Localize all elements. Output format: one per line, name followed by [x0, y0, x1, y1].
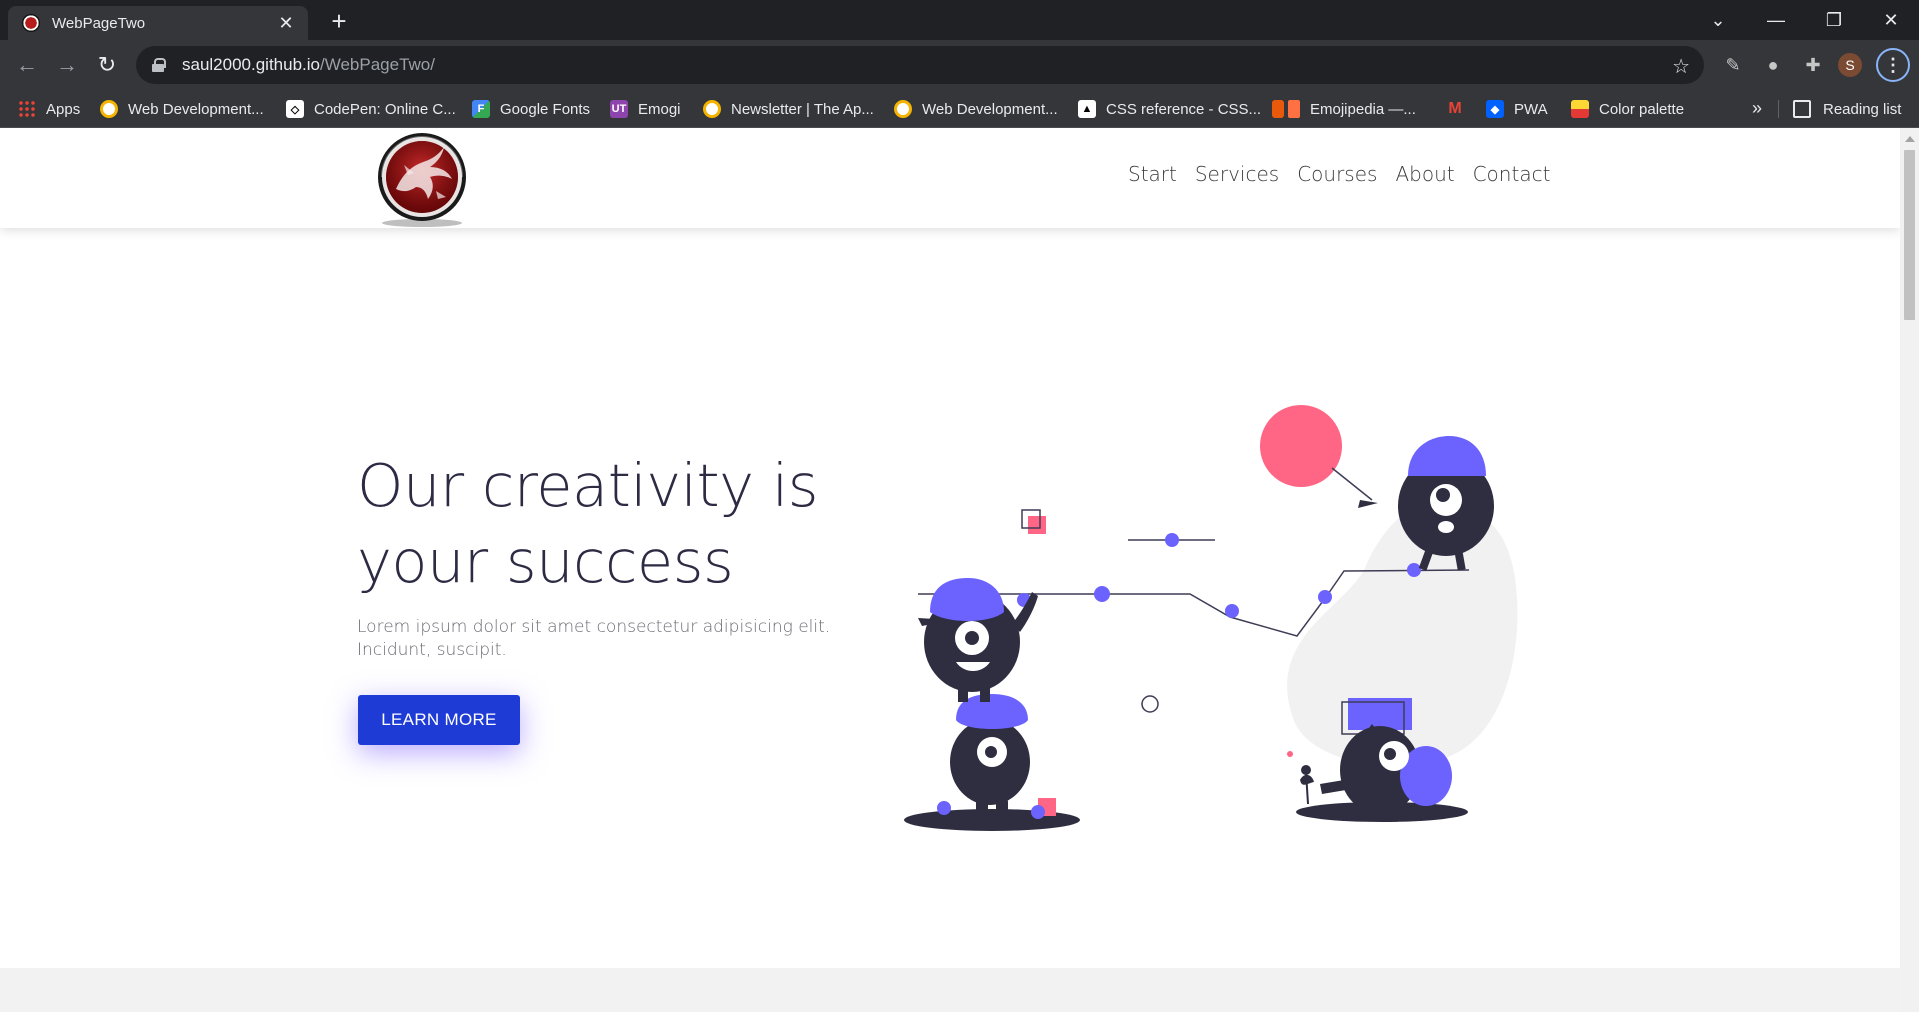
nav-courses[interactable]: Courses [1297, 162, 1377, 186]
scroll-thumb[interactable] [1904, 150, 1915, 320]
next-section [0, 968, 1900, 1012]
extensions-puzzle-icon[interactable]: ✚ [1800, 52, 1826, 78]
reading-list-button[interactable]: Reading list [1793, 90, 1901, 128]
emogi-icon: UT [610, 100, 628, 118]
browser-tab-bar: WebPageTwo ✕ + ⌄ — ❐ ✕ [0, 0, 1919, 40]
bookmark-css-reference[interactable]: ▲ CSS reference - CSS... [1078, 90, 1261, 128]
page-viewport: Start Services Courses About Contact Our… [0, 128, 1900, 1012]
graph-dot [1225, 604, 1239, 618]
newsletter-icon [703, 100, 721, 118]
page-scrollbar[interactable] [1900, 128, 1919, 1012]
bookmark-web-development-2[interactable]: Web Development... [894, 90, 1058, 128]
profile-avatar[interactable]: S [1838, 53, 1862, 77]
bookmark-newsletter[interactable]: Newsletter | The Ap... [703, 90, 874, 128]
close-tab-icon[interactable]: ✕ [276, 13, 296, 33]
tab-title: WebPageTwo [52, 14, 146, 32]
site-favicon-icon [22, 14, 40, 32]
site-header: Start Services Courses About Contact [0, 128, 1900, 228]
bookmark-apps[interactable]: Apps [18, 90, 80, 128]
reading-list-icon [1793, 100, 1811, 118]
codepen-icon: ◇ [286, 100, 304, 118]
browser-tab[interactable]: WebPageTwo ✕ [8, 6, 308, 40]
bookmark-web-development-1[interactable]: Web Development... [100, 90, 264, 128]
pen-extension-icon[interactable]: ✎ [1720, 52, 1746, 78]
dragon-logo-icon[interactable] [374, 131, 470, 227]
bookmark-google-fonts[interactable]: F Google Fonts [472, 90, 590, 128]
graph-dot [1094, 586, 1110, 602]
graph-dot [1407, 563, 1421, 577]
bookmark-pwa[interactable]: ◆ PWA [1486, 90, 1548, 128]
bookmarks-bar: Apps Web Development... ◇ CodePen: Onlin… [0, 90, 1919, 128]
main-nav: Start Services Courses About Contact [1128, 162, 1550, 186]
nav-contact[interactable]: Contact [1473, 162, 1551, 186]
balloon [1260, 405, 1342, 487]
url-host: saul2000.github.io [182, 55, 321, 74]
reload-icon[interactable]: ↻ [92, 50, 122, 80]
learn-more-button[interactable]: LEARN MORE [358, 695, 520, 745]
apps-grid-icon [18, 100, 36, 118]
browser-menu-icon[interactable]: ⋮ [1876, 48, 1910, 82]
close-window-icon[interactable]: ✕ [1863, 0, 1919, 40]
nav-start[interactable]: Start [1128, 162, 1177, 186]
bookmark-color-palette[interactable]: Color palette [1571, 90, 1684, 128]
new-tab-button[interactable]: + [325, 8, 353, 36]
hero-text: Lorem ipsum dolor sit amet consectetur a… [357, 617, 831, 660]
nav-about[interactable]: About [1395, 162, 1454, 186]
url-path: /WebPageTwo/ [320, 55, 435, 74]
gmail-icon: M [1448, 100, 1462, 117]
nav-services[interactable]: Services [1195, 162, 1279, 186]
google-fonts-icon: F [472, 100, 490, 118]
pink-square [1028, 516, 1046, 534]
monster-bottom-left [937, 694, 1056, 819]
balloon-string [1331, 467, 1373, 501]
bookmark-codepen[interactable]: ◇ CodePen: Online C... [286, 90, 456, 128]
lock-icon [152, 58, 166, 72]
css-ref-icon: ▲ [1078, 100, 1096, 118]
address-bar[interactable]: saul2000.github.io/WebPageTwo/ ☆ [136, 46, 1704, 84]
book-icon [1288, 100, 1300, 118]
monsters-illustration [904, 405, 1518, 831]
browser-toolbar: ← → ↻ saul2000.github.io/WebPageTwo/ ☆ ✎… [0, 40, 1919, 90]
bookmark-emogi[interactable]: UT Emogi [610, 90, 681, 128]
color-palette-icon [1571, 100, 1589, 118]
more-bookmarks-icon[interactable]: » [1752, 98, 1762, 119]
scroll-up-arrow-icon[interactable] [1905, 136, 1915, 142]
web-dev-icon [894, 100, 912, 118]
graph-dot [1318, 590, 1332, 604]
web-dev-icon [100, 100, 118, 118]
mouse-extension-icon[interactable]: ● [1760, 52, 1786, 78]
restore-icon[interactable]: ❐ [1806, 0, 1862, 40]
outline-circle [1141, 695, 1159, 713]
bookmark-emojipedia[interactable]: Emojipedia —... [1272, 90, 1416, 128]
bookmarks-divider [1778, 100, 1779, 118]
tab-search-icon[interactable]: ⌄ [1690, 0, 1746, 40]
slider-dot [1165, 533, 1179, 547]
emojipedia-icon [1272, 100, 1284, 118]
bookmark-gmail[interactable]: M [1446, 90, 1474, 128]
bookmark-star-icon[interactable]: ☆ [1672, 54, 1690, 79]
forward-icon[interactable]: → [52, 50, 82, 80]
back-icon[interactable]: ← [12, 50, 42, 80]
dropbox-icon: ◆ [1486, 100, 1504, 118]
minimize-icon[interactable]: — [1748, 0, 1804, 40]
hero-title: Our creativity is your success [357, 451, 818, 596]
